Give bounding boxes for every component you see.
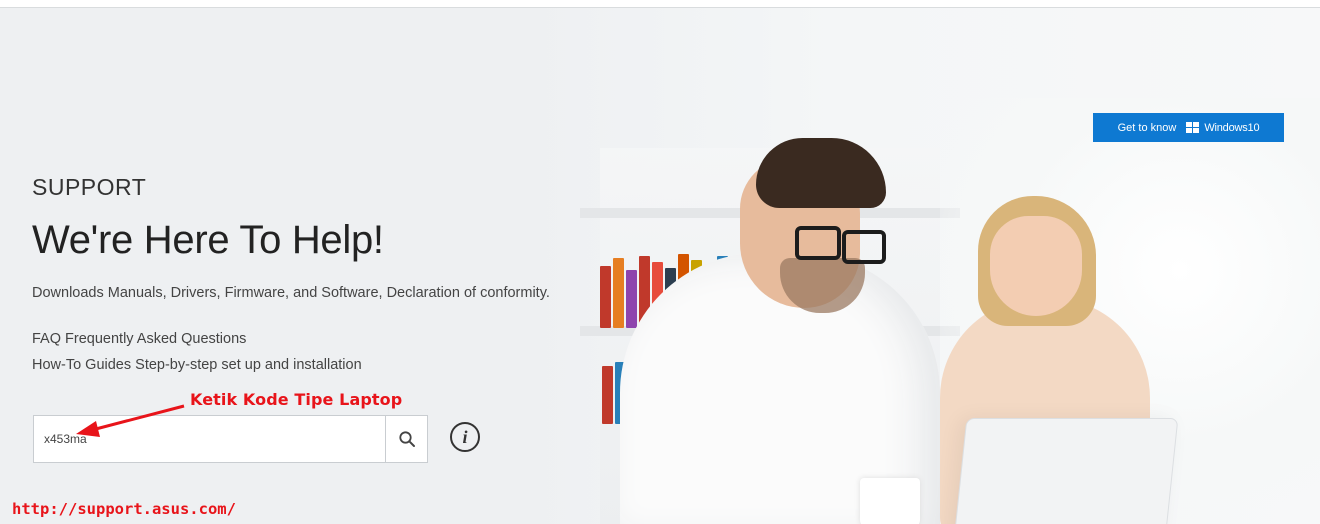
annotation-hint: Ketik Kode Tipe Laptop [190,390,403,409]
get-to-know-windows-button[interactable]: Get to know Windows10 [1093,113,1284,142]
info-button[interactable]: i [450,422,480,452]
description-faq: FAQ Frequently Asked Questions [32,331,247,347]
windows-logo-icon [1186,121,1200,134]
annotation-arrow-icon [76,404,185,437]
hero-photo [520,8,1320,524]
search-button[interactable] [385,416,427,462]
windows-brand-label: Windows10 [1204,121,1260,134]
description-howto: How-To Guides Step-by-step set up and in… [32,357,362,373]
page-title: We're Here To Help! [32,218,384,262]
section-kicker: SUPPORT [32,174,147,200]
laptop [953,418,1179,524]
coffee-cup [860,478,920,524]
win-badge-label: Get to know [1117,121,1177,134]
info-icon: i [462,426,468,447]
annotation-url: http://support.asus.com/ [12,500,236,518]
top-divider [0,0,1320,8]
search-icon [398,431,415,447]
description-downloads: Downloads Manuals, Drivers, Firmware, an… [32,285,550,301]
